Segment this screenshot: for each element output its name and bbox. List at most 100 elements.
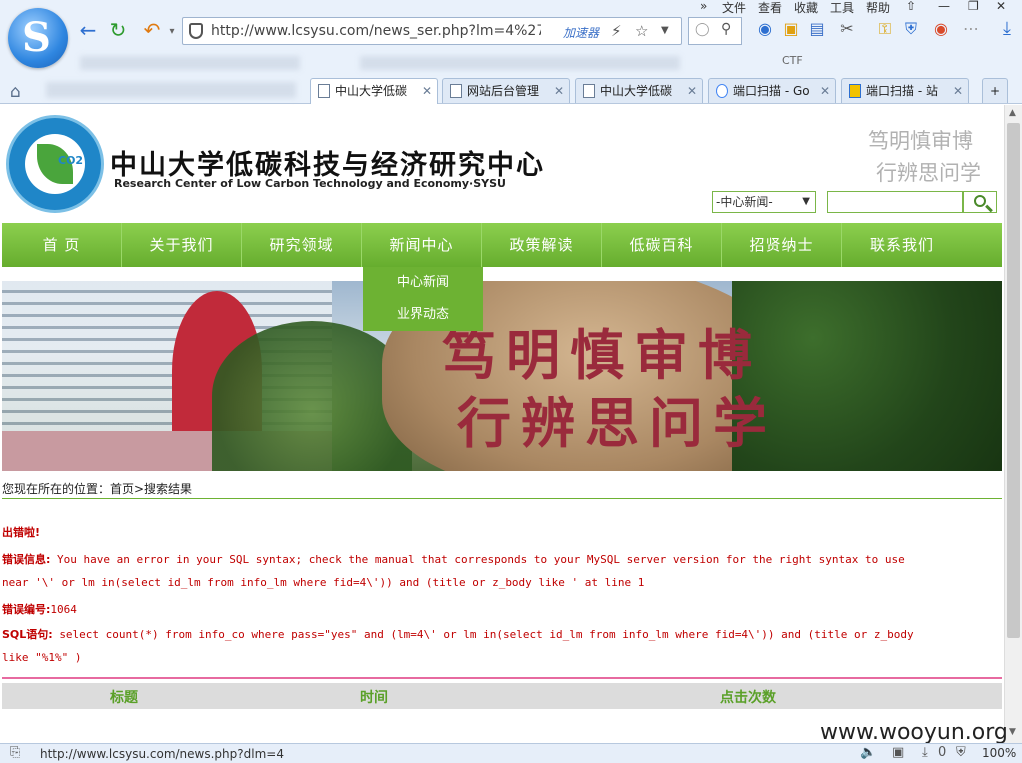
tab-close-icon[interactable]: ✕ <box>953 79 963 103</box>
submenu-center-news[interactable]: 中心新闻 <box>363 267 483 299</box>
menu-tools[interactable]: 工具 <box>830 0 854 16</box>
key-icon[interactable]: ⚿ <box>876 20 894 38</box>
tab-1[interactable]: 中山大学低碳 ✕ <box>310 78 438 104</box>
search-icon[interactable]: ⚲ <box>721 21 731 37</box>
menu-file[interactable]: 文件 <box>722 0 746 16</box>
more-options-icon[interactable]: ⋯ <box>962 20 980 38</box>
error-info-text: You have an error in your SQL syntax; ch… <box>57 553 905 566</box>
sidebar-toggle-icon[interactable]: ⎘ <box>10 745 20 760</box>
tab-4[interactable]: 端口扫描 - Go ✕ <box>708 78 836 103</box>
col-clicks: 点击次数 <box>720 690 776 706</box>
category-select[interactable]: -中心新闻- ▼ <box>712 191 816 213</box>
address-bar[interactable]: http://www.lcsysu.com/news_ser.php?lm=4%… <box>182 17 682 45</box>
browser-toolbar: S ← ↻ ↶ ▾ http://www.lcsysu.com/news_ser… <box>0 0 1022 104</box>
menu-help[interactable]: 帮助 <box>866 0 890 16</box>
site-search-button[interactable] <box>963 191 997 213</box>
site-logo[interactable]: CO2 <box>6 115 104 213</box>
download-icon[interactable]: ⤓ <box>998 20 1016 38</box>
error-sql-label: SQL语句: <box>2 628 53 641</box>
col-time: 时间 <box>360 690 388 706</box>
weibo-icon[interactable]: ◉ <box>932 20 950 38</box>
shield-icon[interactable]: ⛨ <box>902 20 920 38</box>
logo-inner: CO2 <box>25 134 85 194</box>
cut-icon[interactable]: ✂ <box>838 20 856 38</box>
tab-label: 网站后台管理 <box>467 84 540 98</box>
undo-dropdown-icon[interactable]: ▾ <box>160 20 184 44</box>
banner-image: 笃明慎审博 行辨思问学 <box>2 281 1002 471</box>
status-url: http://www.lcsysu.com/news.php?dlm=4 <box>40 747 284 761</box>
menu-view[interactable]: 查看 <box>758 0 782 16</box>
close-window-icon[interactable]: ✕ <box>996 0 1006 13</box>
nav-home[interactable]: 首 页 <box>2 223 122 267</box>
browser-search-box[interactable]: ◯ ⚲ <box>688 17 742 45</box>
banner-inscription-2: 行辨思问学 <box>457 391 777 455</box>
calligraphy-line-2: 行辨思问学 <box>876 161 981 185</box>
page-icon <box>318 84 330 98</box>
breadcrumb: 您现在所在的位置：首页>搜索结果 <box>2 482 193 496</box>
search-engine-icon[interactable]: ◯ <box>695 22 710 37</box>
nav-policy[interactable]: 政策解读 <box>482 223 602 267</box>
submenu-industry-news[interactable]: 业界动态 <box>363 299 483 331</box>
error-info-line2: near '\' or lm in(select id_lm from info… <box>2 576 645 589</box>
nav-about[interactable]: 关于我们 <box>122 223 242 267</box>
nav-contact[interactable]: 联系我们 <box>842 223 962 267</box>
category-select-value: -中心新闻- <box>716 195 773 209</box>
site-favicon-icon <box>849 84 861 98</box>
site-subtitle: Research Center of Low Carbon Technology… <box>114 177 506 190</box>
downloads-icon[interactable]: ⤓ <box>922 745 928 760</box>
nav-research[interactable]: 研究领域 <box>242 223 362 267</box>
page-icon <box>450 84 462 98</box>
bookmarks-bar-blurred-2 <box>360 56 680 70</box>
refresh-icon[interactable]: ↻ <box>106 18 130 42</box>
bookmarks-bar-blurred <box>80 56 300 70</box>
scroll-up-icon[interactable]: ▲ <box>1009 108 1016 118</box>
error-info-label: 错误信息: <box>2 553 51 566</box>
new-tab-button[interactable]: + <box>982 78 1008 103</box>
divider <box>2 498 1002 499</box>
minimize-icon[interactable]: — <box>938 0 950 13</box>
lightning-icon[interactable]: ⚡ <box>611 22 622 40</box>
security-status-icon[interactable]: ⛨ <box>956 745 966 760</box>
tab-3[interactable]: 中山大学低碳 ✕ <box>575 78 703 103</box>
status-bar: ⎘ http://www.lcsysu.com/news.php?dlm=4 🔈… <box>0 743 1022 763</box>
tab-close-icon[interactable]: ✕ <box>554 79 564 103</box>
restore-icon[interactable]: ❐ <box>968 0 979 13</box>
tab-close-icon[interactable]: ✕ <box>820 79 830 103</box>
nav-news[interactable]: 新闻中心 <box>362 223 482 267</box>
vertical-scrollbar[interactable]: ▲ ▼ <box>1004 105 1022 743</box>
news-submenu: 中心新闻 业界动态 <box>363 267 483 331</box>
scroll-thumb[interactable] <box>1007 123 1020 638</box>
error-code: 错误编号:1064 <box>2 601 77 617</box>
star-icon[interactable]: ☆ <box>635 22 648 40</box>
tab-5[interactable]: 端口扫描 - 站 ✕ <box>841 78 969 103</box>
error-sql-text: select count(*) from info_co where pass=… <box>59 628 914 641</box>
main-nav: 首 页 关于我们 研究领域 新闻中心 政策解读 低碳百科 招贤纳士 联系我们 <box>2 223 1002 267</box>
browser-logo-icon[interactable]: S <box>8 8 68 68</box>
scroll-down-icon[interactable]: ▼ <box>1009 727 1016 737</box>
error-sql-line2: like "%1%" ) <box>2 651 82 664</box>
speaker-icon[interactable]: 🔈 <box>860 745 876 760</box>
reader-icon[interactable]: ▤ <box>808 20 826 38</box>
tab-close-icon[interactable]: ✕ <box>422 79 432 103</box>
accelerator-button[interactable]: 加速器 <box>563 24 599 41</box>
translate-icon[interactable]: ◉ <box>756 20 774 38</box>
tab-close-icon[interactable]: ✕ <box>687 79 697 103</box>
error-sql: SQL语句: select count(*) from info_co wher… <box>2 626 914 642</box>
tab-2[interactable]: 网站后台管理 ✕ <box>442 78 570 103</box>
zoom-level[interactable]: 100% <box>982 746 1016 760</box>
back-icon[interactable]: ← <box>76 18 100 42</box>
screenshot-icon[interactable]: ▣ <box>892 745 904 760</box>
blurred-tabs <box>46 82 296 98</box>
divider-pink <box>2 677 1002 679</box>
address-dropdown-icon[interactable]: ▼ <box>661 25 669 36</box>
page-icon <box>583 84 595 98</box>
menu-more[interactable]: » <box>700 0 707 13</box>
nav-jobs[interactable]: 招贤纳士 <box>722 223 842 267</box>
menu-favorites[interactable]: 收藏 <box>794 0 818 16</box>
plugin-icon[interactable]: ▣ <box>782 20 800 38</box>
skin-icon[interactable]: ⇧ <box>906 0 916 13</box>
address-url[interactable]: http://www.lcsysu.com/news_ser.php?lm=4%… <box>211 23 541 39</box>
site-search-input[interactable] <box>827 191 963 213</box>
nav-wiki[interactable]: 低碳百科 <box>602 223 722 267</box>
bookmark-item[interactable]: CTF <box>782 54 803 67</box>
